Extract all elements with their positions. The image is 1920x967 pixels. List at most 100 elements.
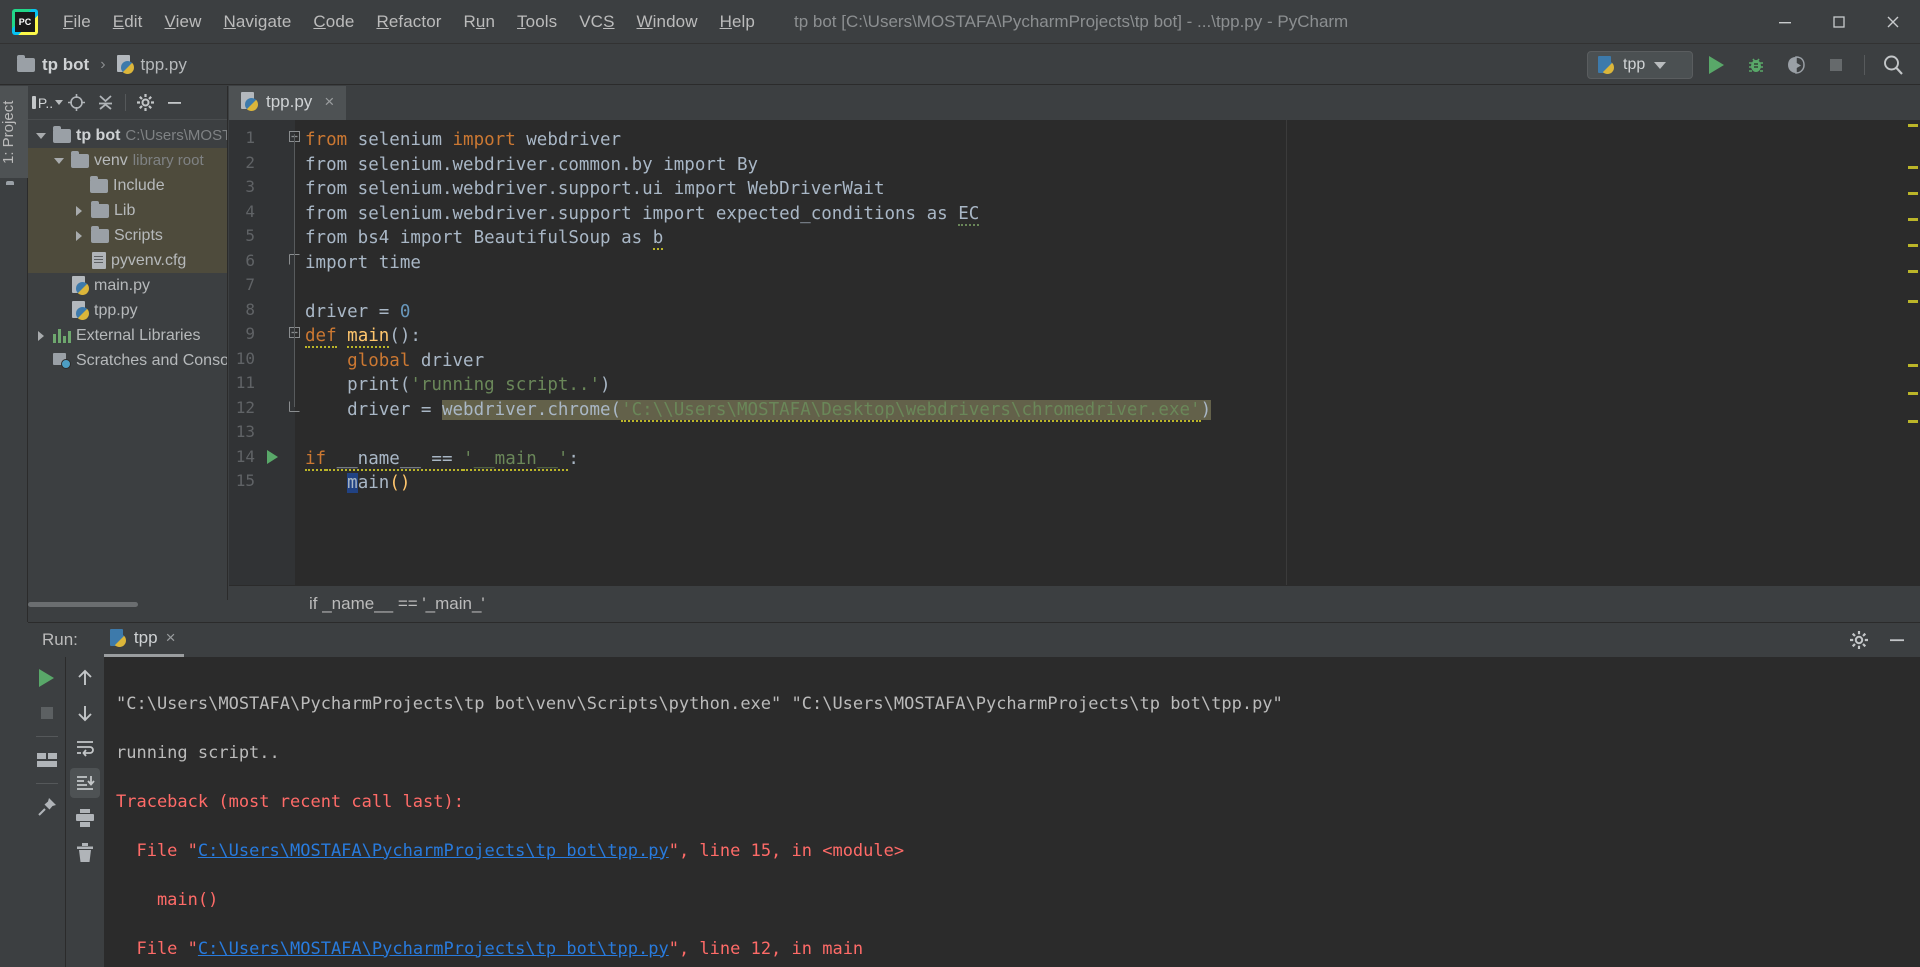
warning-stripe[interactable] [1908, 420, 1918, 423]
tree-item-external-libraries[interactable]: External Libraries [28, 323, 227, 348]
chevron-right-icon[interactable] [72, 204, 86, 218]
maximize-window-button[interactable] [1812, 0, 1866, 44]
menu-window[interactable]: Window [626, 8, 709, 36]
run-line-marker-icon[interactable] [267, 450, 278, 464]
tree-item-sublabel: C:\Users\MOSTA [125, 127, 227, 144]
warning-stripe[interactable] [1908, 364, 1918, 367]
tree-item-venv[interactable]: venv library root [28, 148, 227, 173]
sidebar-tab-project[interactable]: 1: Project [0, 86, 28, 178]
run-panel-left-toolbar [28, 657, 66, 967]
code-line-10: global driver [347, 350, 485, 371]
scroll-to-end-button[interactable] [70, 768, 100, 798]
code-editor[interactable]: 1 2 3 4 5 6 7 8 9 10 11 12 13 14 15 from… [229, 120, 1920, 608]
right-margin-line [1286, 120, 1287, 608]
menu-code[interactable]: Code [302, 8, 365, 36]
hide-project-button[interactable] [161, 89, 188, 116]
warning-stripe[interactable] [1908, 244, 1918, 247]
run-configuration-selector[interactable]: tpp [1587, 51, 1693, 79]
folder-icon [17, 54, 35, 72]
up-stack-button[interactable] [70, 663, 100, 693]
tree-item-lib[interactable]: Lib [28, 198, 227, 223]
down-stack-button[interactable] [70, 698, 100, 728]
warning-stripe[interactable] [1908, 192, 1918, 195]
menu-refactor[interactable]: Refactor [365, 8, 452, 36]
pin-tab-button[interactable] [32, 792, 62, 822]
console-line-main-call: main() [116, 889, 219, 910]
python-file-icon [72, 301, 89, 320]
menu-run[interactable]: Run [453, 8, 507, 36]
soft-wrap-button[interactable] [70, 733, 100, 763]
run-tab-tpp[interactable]: tpp × [103, 624, 184, 657]
folder-icon [91, 200, 109, 218]
breadcrumb-project[interactable]: tp bot [12, 52, 94, 78]
warning-stripe[interactable] [1908, 166, 1918, 169]
warning-stripe[interactable] [1908, 124, 1918, 127]
breadcrumb-file[interactable]: tpp.py [112, 52, 192, 78]
menu-vcs[interactable]: VCS [568, 8, 625, 36]
layout-button[interactable] [32, 745, 62, 775]
chevron-down-icon[interactable] [52, 154, 66, 168]
project-settings-button[interactable] [132, 89, 159, 116]
run-panel-settings-button[interactable] [1844, 625, 1874, 655]
stop-button[interactable] [32, 698, 62, 728]
tree-item-main-py[interactable]: main.py [28, 273, 227, 298]
debug-button[interactable] [1739, 48, 1773, 82]
chevron-right-icon[interactable] [72, 229, 86, 243]
chevron-down-icon[interactable] [34, 129, 48, 143]
tree-item-pyvenv-cfg[interactable]: pyvenv.cfg [28, 248, 227, 273]
target-icon [68, 94, 85, 111]
coverage-icon [1788, 56, 1805, 74]
menu-edit[interactable]: Edit [102, 8, 154, 36]
editor-scrollbar[interactable] [1906, 120, 1920, 608]
run-console-output[interactable]: "C:\Users\MOSTAFA\PycharmProjects\tp bot… [104, 657, 1920, 967]
tree-item-label: tpp.py [94, 301, 138, 319]
tree-item-tp-bot[interactable]: tp bot C:\Users\MOSTA [28, 123, 227, 148]
collapse-all-button[interactable] [92, 89, 119, 116]
search-everywhere-button[interactable] [1876, 48, 1910, 82]
warning-stripe[interactable] [1908, 270, 1918, 273]
menu-file[interactable]: File [52, 8, 102, 36]
folder-strip-icon[interactable] [6, 184, 23, 199]
clear-all-button[interactable] [70, 838, 100, 868]
tree-item-scratches-and-consoles[interactable]: Scratches and Consoles [28, 348, 227, 373]
editor-tab-tpp-py[interactable]: tpp.py × [229, 86, 347, 120]
console-file-link[interactable]: C:\Users\MOSTAFA\PycharmProjects\tp bot\… [198, 939, 669, 959]
print-button[interactable] [70, 803, 100, 833]
python-file-icon [116, 55, 134, 74]
tree-item-include[interactable]: Include [28, 173, 227, 198]
run-with-coverage-button[interactable] [1779, 48, 1813, 82]
scratches-icon [53, 352, 71, 369]
project-horizontal-scrollbar[interactable] [28, 600, 228, 608]
project-view-selector[interactable]: P.. [31, 89, 64, 116]
run-button[interactable] [1699, 48, 1733, 82]
tree-item-tpp-py[interactable]: tpp.py [28, 298, 227, 323]
editor-gutter[interactable]: 1 2 3 4 5 6 7 8 9 10 11 12 13 14 15 [229, 120, 300, 608]
code-line-5: from bs4 import BeautifulSoup as b [305, 228, 664, 250]
line-number: 14 [235, 446, 255, 466]
scroll-from-source-button[interactable] [63, 89, 90, 116]
hide-run-panel-button[interactable] [1882, 625, 1912, 655]
scrollbar-thumb[interactable] [28, 602, 138, 607]
line-number: 9 [245, 324, 255, 343]
menu-view[interactable]: View [154, 8, 213, 36]
toolbar-divider [125, 94, 126, 111]
gear-icon [1850, 631, 1868, 649]
menu-help[interactable]: Help [709, 8, 766, 36]
warning-stripe[interactable] [1908, 300, 1918, 303]
stop-button[interactable] [1819, 48, 1853, 82]
tree-item-scripts[interactable]: Scripts [28, 223, 227, 248]
warning-stripe[interactable] [1908, 392, 1918, 395]
editor-bottom-breadcrumb[interactable]: if _name__ == '_main_' [229, 585, 1920, 621]
warning-stripe[interactable] [1908, 218, 1918, 221]
close-window-button[interactable] [1866, 0, 1920, 44]
code-content[interactable]: from selenium import webdriver from sele… [295, 120, 1920, 608]
rerun-button[interactable] [32, 663, 62, 693]
close-icon[interactable]: × [324, 92, 334, 112]
chevron-right-icon[interactable] [34, 329, 48, 343]
line-number: 1 [245, 128, 255, 147]
menu-tools[interactable]: Tools [506, 8, 568, 36]
menu-navigate[interactable]: Navigate [212, 8, 302, 36]
close-icon[interactable]: × [166, 628, 176, 648]
minimize-window-button[interactable] [1758, 0, 1812, 44]
console-file-link[interactable]: C:\Users\MOSTAFA\PycharmProjects\tp bot\… [198, 841, 669, 861]
